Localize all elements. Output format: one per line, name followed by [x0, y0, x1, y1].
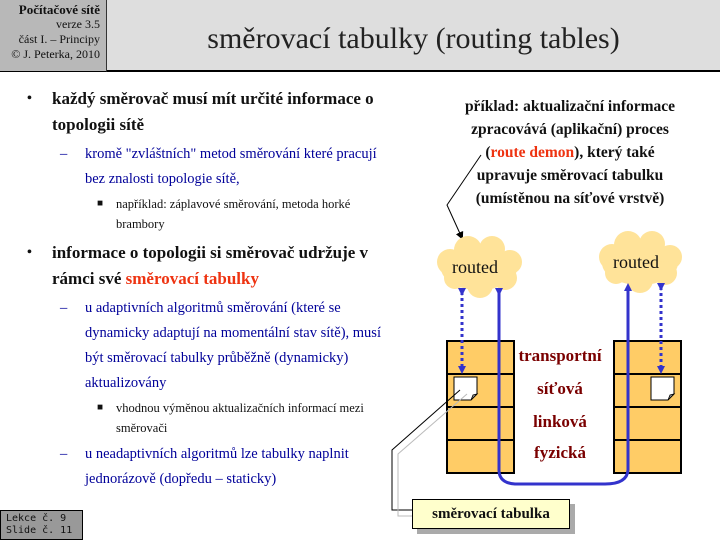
callout-line: zpracovává (aplikační) proces — [471, 121, 669, 138]
callout-line: příklad: aktualizační informace — [464, 98, 676, 115]
layer-label-network: síťová — [537, 379, 583, 398]
routing-table-label: směrovací tabulka — [412, 499, 570, 529]
layer-label-physical: fyzická — [534, 443, 586, 462]
layer-label-link: linková — [533, 412, 587, 431]
callout-line: upravuje směrovací tabulku — [476, 167, 664, 184]
callout-line-rest: ), který také — [574, 144, 655, 161]
right-protocol-stack — [613, 340, 682, 474]
callout-line: (umístěnou na síťové vrstvě) — [475, 190, 665, 207]
left-table-doc-icon — [453, 376, 479, 401]
left-protocol-stack — [446, 340, 515, 474]
cloud-left-label: routed — [452, 257, 498, 277]
callout-text: příklad: aktualizační informace zpracová… — [440, 95, 700, 210]
route-demon-highlight: route demon — [490, 144, 575, 161]
cloud-right-label: routed — [613, 252, 659, 272]
right-table-doc-icon — [650, 376, 676, 401]
layer-label-transport: transportní — [518, 346, 602, 365]
callout-line: (route demon), který také — [440, 141, 700, 164]
